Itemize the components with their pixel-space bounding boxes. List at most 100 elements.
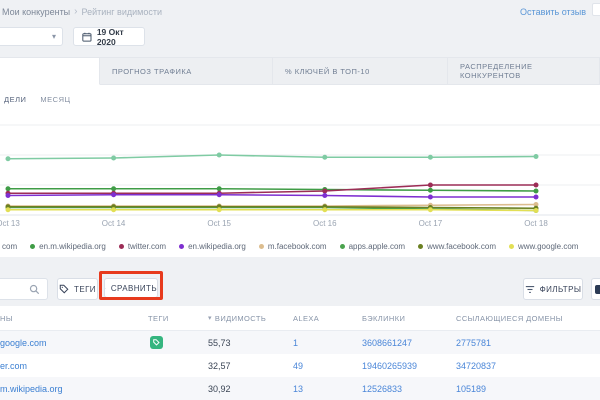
legend-dot (119, 244, 124, 249)
partial-button[interactable] (592, 3, 600, 16)
x-axis-label: Oct 13 (0, 219, 20, 228)
data-point[interactable] (217, 192, 222, 197)
data-point[interactable] (534, 195, 539, 200)
col-domains[interactable]: НЫ (0, 314, 148, 323)
alexa-link[interactable]: 1 (293, 338, 298, 348)
search-icon (29, 284, 40, 295)
domain-link[interactable]: m.wikipedia.org (0, 384, 63, 394)
report-tabs: ПРОГНОЗ ТРАФИКА % КЛЮЧЕЙ В ТОП-10 РАСПРЕ… (0, 57, 600, 85)
legend-item[interactable]: www.facebook.com (418, 242, 496, 251)
breadcrumb: Мои конкуренты › Рейтинг видимости (2, 6, 162, 17)
chart-legend: com en.m.wikipedia.org twitter.com en.wikip… (2, 242, 600, 251)
legend-dot (509, 244, 514, 249)
backlinks-link[interactable]: 3608661247 (362, 338, 412, 348)
legend-label: twitter.com (128, 242, 166, 251)
domain-link[interactable]: google.com (0, 338, 47, 348)
legend-item[interactable]: en.wikipedia.org (179, 242, 246, 251)
col-tags[interactable]: ТЕГИ (148, 314, 208, 323)
legend-label: com (2, 242, 17, 251)
date-picker-button[interactable]: 19 Окт 2020 (73, 27, 145, 46)
data-point[interactable] (6, 207, 11, 212)
table-row: er.com 32,57 49 19460265939 34720837 (0, 354, 600, 377)
data-point[interactable] (534, 208, 539, 213)
domain-link[interactable]: er.com (0, 361, 27, 371)
refdomains-link[interactable]: 105189 (456, 384, 486, 394)
export-button-partial[interactable] (591, 278, 600, 300)
table-row: google.com55,73136086612472775781 (0, 331, 600, 354)
compare-button[interactable]: СРАВНИТЬ (104, 278, 158, 298)
filters-button[interactable]: ФИЛЬТРЫ (523, 278, 583, 300)
data-point[interactable] (217, 186, 222, 191)
chart-line[interactable] (8, 189, 536, 191)
x-axis-label: Oct 14 (102, 219, 126, 228)
legend-label: www.facebook.com (427, 242, 496, 251)
chart-line[interactable] (8, 205, 536, 207)
data-point[interactable] (534, 154, 539, 159)
data-point[interactable] (322, 155, 327, 160)
visibility-chart[interactable]: Oct 13Oct 14Oct 15Oct 16Oct 17Oct 18 (0, 105, 600, 233)
filter-icon (525, 285, 535, 294)
tab-visibility[interactable] (0, 58, 100, 85)
data-point[interactable] (322, 207, 327, 212)
data-point[interactable] (111, 192, 116, 197)
breadcrumb-page: Рейтинг видимости (82, 7, 162, 17)
legend-label: apps.apple.com (349, 242, 405, 251)
data-point[interactable] (428, 155, 433, 160)
backlinks-link[interactable]: 12526833 (362, 384, 402, 394)
chart-panel: ДЕЛИ МЕСЯЦ Oct 13Oct 14Oct 15Oct 16Oct 1… (0, 85, 600, 257)
chart-line[interactable] (8, 155, 536, 159)
alexa-link[interactable]: 13 (293, 384, 303, 394)
tag-icon (59, 284, 69, 294)
col-alexa[interactable]: ALEXA (293, 314, 362, 323)
table-row: m.wikipedia.org30,921312526833105189 (0, 377, 600, 400)
table-header: НЫ ТЕГИ ▾ ВИДИМОСТЬ ALEXA БЭКЛИНКИ ССЫЛА… (0, 306, 600, 331)
legend-item[interactable]: en.m.wikipedia.org (30, 242, 106, 251)
data-point[interactable] (534, 183, 539, 188)
alexa-link[interactable]: 49 (293, 361, 303, 371)
legend-item[interactable]: com (2, 242, 17, 251)
tab-keys-top10[interactable]: % КЛЮЧЕЙ В ТОП-10 (273, 58, 448, 85)
period-weeks[interactable]: ДЕЛИ (4, 95, 26, 104)
tab-traffic-forecast[interactable]: ПРОГНОЗ ТРАФИКА (100, 58, 273, 85)
data-point[interactable] (111, 156, 116, 161)
chart-line[interactable] (8, 195, 536, 197)
data-point[interactable] (322, 193, 327, 198)
legend-item[interactable]: apps.apple.com (340, 242, 405, 251)
chart-line[interactable] (8, 210, 536, 211)
competitors-select[interactable]: ▾ (0, 27, 63, 46)
data-point[interactable] (322, 189, 327, 194)
legend-item[interactable]: twitter.com (119, 242, 166, 251)
data-point[interactable] (6, 193, 11, 198)
data-point[interactable] (534, 189, 539, 194)
period-month[interactable]: МЕСЯЦ (40, 95, 70, 104)
legend-item[interactable]: m.facebook.com (259, 242, 327, 251)
chevron-down-icon: ▾ (52, 32, 56, 41)
col-visibility[interactable]: ▾ ВИДИМОСТЬ (208, 314, 293, 323)
data-point[interactable] (428, 188, 433, 193)
search-input[interactable] (0, 278, 48, 300)
data-point[interactable] (111, 207, 116, 212)
data-point[interactable] (6, 186, 11, 191)
visibility-value: 32,57 (208, 361, 231, 371)
col-backlinks[interactable]: БЭКЛИНКИ (362, 314, 456, 323)
tags-button[interactable]: ТЕГИ (57, 278, 98, 300)
feedback-link[interactable]: Оставить отзыв (520, 7, 586, 17)
refdomains-link[interactable]: 2775781 (456, 338, 491, 348)
data-point[interactable] (111, 186, 116, 191)
data-point[interactable] (217, 153, 222, 158)
col-ref-domains[interactable]: ССЫЛАЮЩИЕСЯ ДОМЕНЫ (456, 314, 600, 323)
x-axis-label: Oct 16 (313, 219, 337, 228)
data-point[interactable] (428, 207, 433, 212)
legend-item[interactable]: www.google.com (509, 242, 578, 251)
data-point[interactable] (428, 195, 433, 200)
visibility-rating-page: Мои конкуренты › Рейтинг видимости Остав… (0, 0, 600, 400)
data-point[interactable] (428, 183, 433, 188)
table-body: google.com55,73136086612472775781er.com3… (0, 331, 600, 400)
breadcrumb-section[interactable]: Мои конкуренты (2, 7, 70, 17)
data-point[interactable] (6, 156, 11, 161)
data-point[interactable] (217, 207, 222, 212)
refdomains-link[interactable]: 34720837 (456, 361, 496, 371)
backlinks-link[interactable]: 19460265939 (362, 361, 417, 371)
tab-competitors-distribution[interactable]: РАСПРЕДЕЛЕНИЕ КОНКУРЕНТОВ (448, 58, 600, 85)
tag-badge[interactable] (150, 336, 163, 349)
